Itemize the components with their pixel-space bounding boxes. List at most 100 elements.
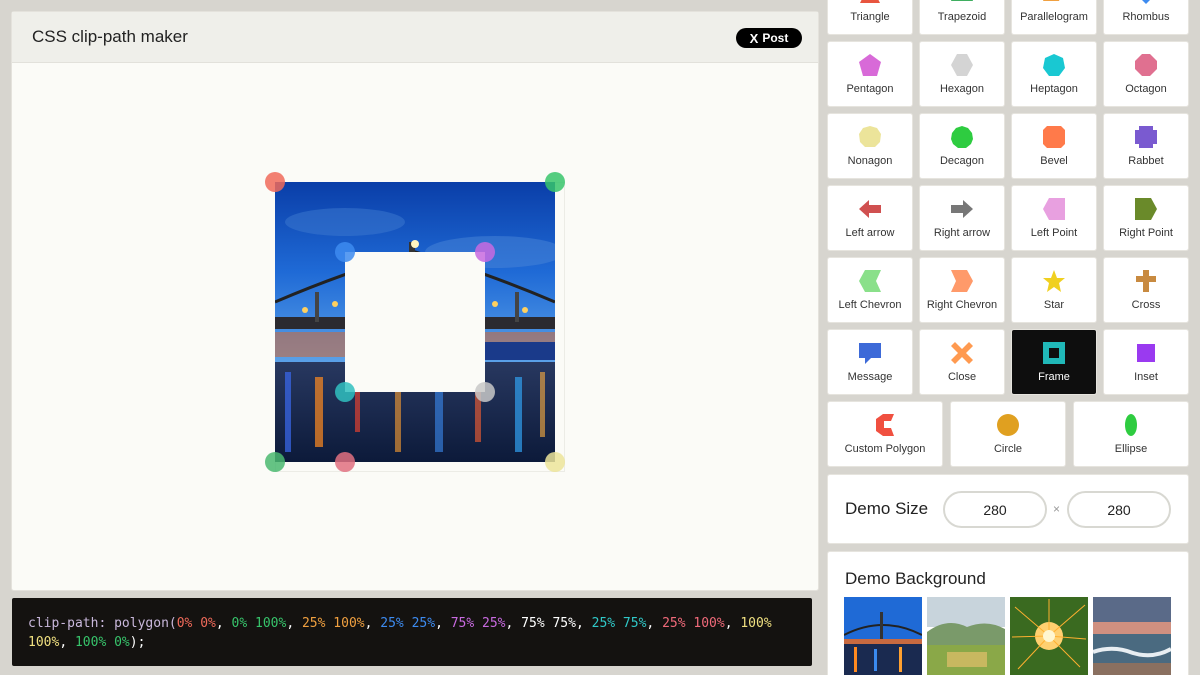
shape-tile-label: Left arrow xyxy=(845,227,895,239)
parallelogram-icon xyxy=(1042,0,1066,10)
code-separator: , xyxy=(646,616,663,631)
shape-tile-pentagon[interactable]: Pentagon xyxy=(828,42,912,106)
code-separator: , xyxy=(59,635,75,650)
handle-bottom-right[interactable] xyxy=(545,452,565,472)
shape-tile-left-arrow[interactable]: Left arrow xyxy=(828,186,912,250)
handle-bottom-left[interactable] xyxy=(265,452,285,472)
shape-tile-close[interactable]: Close xyxy=(920,330,1004,394)
octagon-icon xyxy=(1134,53,1158,82)
code-property: clip-path: xyxy=(28,616,107,631)
background-thumb-ocean-waves[interactable] xyxy=(1093,597,1171,675)
x-logo-icon: X xyxy=(749,30,759,46)
handle-top-left[interactable] xyxy=(265,172,285,192)
code-point: 25% 75% xyxy=(591,616,647,631)
shape-tile-star[interactable]: Star xyxy=(1012,258,1096,322)
code-point: 0% 0% xyxy=(176,616,216,631)
handle-inner-bottom-left[interactable] xyxy=(335,382,355,402)
code-separator: , xyxy=(364,616,381,631)
shape-tile-left-point[interactable]: Left Point xyxy=(1012,186,1096,250)
page-title: CSS clip-path maker xyxy=(32,27,188,46)
code-point: 100% 0% xyxy=(74,635,130,650)
post-button-label: Post xyxy=(762,31,789,45)
shape-tile-bevel[interactable]: Bevel xyxy=(1012,114,1096,178)
shape-tile-octagon[interactable]: Octagon xyxy=(1104,42,1188,106)
frame-icon xyxy=(1042,341,1066,370)
code-point: 25% 25% xyxy=(380,616,436,631)
trapezoid-icon xyxy=(950,0,974,10)
shape-tile-message[interactable]: Message xyxy=(828,330,912,394)
background-thumb-green-valley[interactable] xyxy=(927,597,1005,675)
shape-tile-cross[interactable]: Cross xyxy=(1104,258,1188,322)
shape-tile-right-arrow[interactable]: Right arrow xyxy=(920,186,1004,250)
custom-polygon-icon xyxy=(873,413,897,442)
shape-tile-trapezoid[interactable]: Trapezoid xyxy=(920,0,1004,34)
shape-tile-rabbet[interactable]: Rabbet xyxy=(1104,114,1188,178)
shape-tile-label: Circle xyxy=(993,443,1023,455)
shape-tile-label: Message xyxy=(847,371,893,383)
shape-tile-label: Left Point xyxy=(1030,227,1078,239)
demo-size-label: Demo Size xyxy=(845,499,929,518)
shape-tile-label: Octagon xyxy=(1125,83,1167,95)
shape-tile-label: Hexagon xyxy=(939,83,985,95)
shape-tile-rhombus[interactable]: Rhombus xyxy=(1104,0,1188,34)
demo-size-panel: Demo Size × xyxy=(828,475,1188,543)
left-arrow-icon xyxy=(858,197,882,226)
shape-tile-label: Rabbet xyxy=(1128,155,1164,167)
demo-background-label: Demo Background xyxy=(845,569,986,588)
code-point: 0% 100% xyxy=(231,616,287,631)
triangle-icon xyxy=(858,0,882,10)
shape-tile-decagon[interactable]: Decagon xyxy=(920,114,1004,178)
background-thumb-sparkler[interactable] xyxy=(1010,597,1088,675)
heptagon-icon xyxy=(1042,53,1066,82)
demo-background-panel: Demo Background xyxy=(828,552,1188,675)
code-separator: , xyxy=(575,616,592,631)
shape-tile-label: Close xyxy=(947,371,977,383)
handle-inner-bottom-right[interactable] xyxy=(475,382,495,402)
shape-tile-heptagon[interactable]: Heptagon xyxy=(1012,42,1096,106)
code-point: 25% 100% xyxy=(301,616,365,631)
shape-tile-custom-polygon[interactable]: Custom Polygon xyxy=(828,402,942,466)
handle-inner-top-right[interactable] xyxy=(475,242,495,262)
shape-tile-right-chevron[interactable]: Right Chevron xyxy=(920,258,1004,322)
code-separator: , xyxy=(215,616,232,631)
handle-top-right[interactable] xyxy=(545,172,565,192)
bevel-icon xyxy=(1042,125,1066,154)
code-point: 75% 75% xyxy=(521,616,576,631)
shape-tile-frame[interactable]: Frame xyxy=(1012,330,1096,394)
editor-header: CSS clip-path maker X Post xyxy=(12,12,818,63)
shape-tile-label: Star xyxy=(1043,299,1065,311)
shape-tile-left-chevron[interactable]: Left Chevron xyxy=(828,258,912,322)
shape-tile-nonagon[interactable]: Nonagon xyxy=(828,114,912,178)
demo-height-input[interactable] xyxy=(1067,491,1171,528)
handle-inner-top-left[interactable] xyxy=(335,242,355,262)
background-thumb-bridge-night[interactable] xyxy=(844,597,922,675)
shape-tile-label: Trapezoid xyxy=(937,11,987,23)
rabbet-icon xyxy=(1134,125,1158,154)
shape-tile-label: Rhombus xyxy=(1122,11,1170,23)
left-chevron-icon xyxy=(858,269,882,298)
shape-tile-circle[interactable]: Circle xyxy=(951,402,1065,466)
shape-tile-label: Parallelogram xyxy=(1020,11,1088,23)
handle-bottom-mid[interactable] xyxy=(335,452,355,472)
times-sign: × xyxy=(1053,502,1061,516)
shape-tile-hexagon[interactable]: Hexagon xyxy=(920,42,1004,106)
shape-tile-label: Triangle xyxy=(850,11,890,23)
demo-width-input[interactable] xyxy=(943,491,1047,528)
shape-tile-inset[interactable]: Inset xyxy=(1104,330,1188,394)
shape-tile-label: Bevel xyxy=(1040,155,1068,167)
right-point-icon xyxy=(1134,197,1158,226)
shape-tile-label: Pentagon xyxy=(846,83,894,95)
shape-tile-right-point[interactable]: Right Point xyxy=(1104,186,1188,250)
circle-icon xyxy=(996,413,1020,442)
shape-tile-label: Frame xyxy=(1038,371,1070,383)
ellipse-icon xyxy=(1119,413,1143,442)
shape-tile-triangle[interactable]: Triangle xyxy=(828,0,912,34)
shape-tile-label: Ellipse xyxy=(1114,443,1148,455)
post-button[interactable]: X Post xyxy=(736,28,802,48)
shape-tile-ellipse[interactable]: Ellipse xyxy=(1074,402,1188,466)
close-shape-icon xyxy=(950,341,974,370)
message-icon xyxy=(858,341,882,370)
hexagon-icon xyxy=(950,53,974,82)
shape-tile-label: Inset xyxy=(1134,371,1158,383)
shape-tile-parallelogram[interactable]: Parallelogram xyxy=(1012,0,1096,34)
